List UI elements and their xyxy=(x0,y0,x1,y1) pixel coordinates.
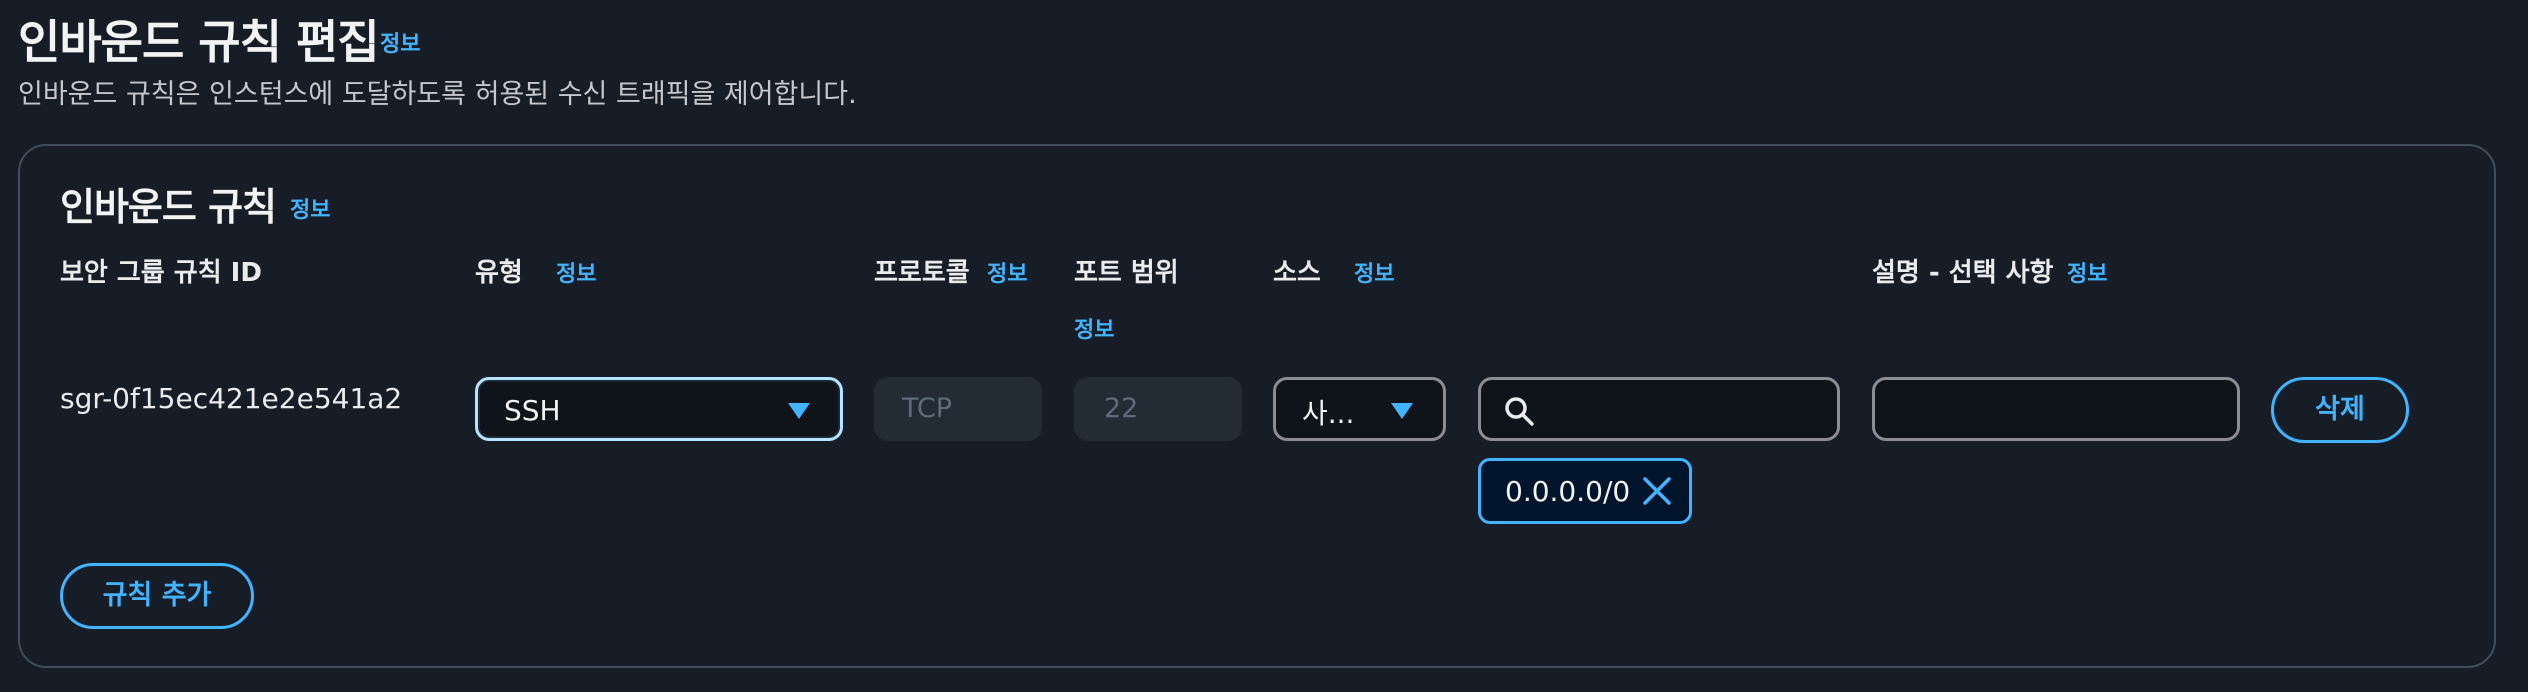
description-input[interactable] xyxy=(1872,377,2240,441)
section-info-link[interactable]: 정보 xyxy=(290,192,330,224)
port-range-value: 22 xyxy=(1104,393,1139,424)
caret-down-icon xyxy=(788,403,810,419)
search-icon xyxy=(1505,397,1534,426)
page-description: 인바운드 규칙은 인스턴스에 도달하도록 허용된 수신 트래픽을 제어합니다. xyxy=(18,79,857,110)
source-info-link[interactable]: 정보 xyxy=(1354,256,1394,288)
column-header-rule-id: 보안 그룹 규칙 ID xyxy=(60,258,262,288)
type-info-link[interactable]: 정보 xyxy=(556,256,596,288)
column-header-description: 설명 - 선택 사항 xyxy=(1872,258,2054,288)
port-range-field: 22 xyxy=(1074,377,1242,441)
source-token-label: 0.0.0.0/0 xyxy=(1505,475,1631,508)
column-header-port-range: 포트 범위 xyxy=(1074,258,1179,288)
description-info-link[interactable]: 정보 xyxy=(2067,256,2107,288)
protocol-value: TCP xyxy=(902,393,953,424)
delete-button[interactable]: 삭제 xyxy=(2271,377,2409,443)
close-icon[interactable] xyxy=(1641,475,1673,507)
column-header-type: 유형 xyxy=(475,258,523,288)
section-title: 인바운드 규칙 xyxy=(60,185,277,229)
caret-down-icon xyxy=(1391,403,1413,419)
source-search-input[interactable] xyxy=(1478,377,1840,441)
column-header-protocol: 프로토콜 xyxy=(874,258,970,288)
page-title: 인바운드 규칙 편집 xyxy=(18,15,380,69)
source-token: 0.0.0.0/0 xyxy=(1478,458,1692,524)
add-rule-button[interactable]: 규칙 추가 xyxy=(60,563,254,629)
page-title-info-link[interactable]: 정보 xyxy=(380,26,420,58)
column-header-source: 소스 xyxy=(1273,258,1321,288)
protocol-field: TCP xyxy=(874,377,1042,441)
source-type-select[interactable]: 사... xyxy=(1273,377,1446,441)
port-range-info-link[interactable]: 정보 xyxy=(1074,312,1114,344)
type-select[interactable]: SSH xyxy=(475,377,843,441)
type-select-value: SSH xyxy=(504,394,561,427)
protocol-info-link[interactable]: 정보 xyxy=(987,256,1027,288)
rule-id-value: sgr-0f15ec421e2e541a2 xyxy=(60,382,403,415)
source-type-value: 사... xyxy=(1302,397,1355,430)
